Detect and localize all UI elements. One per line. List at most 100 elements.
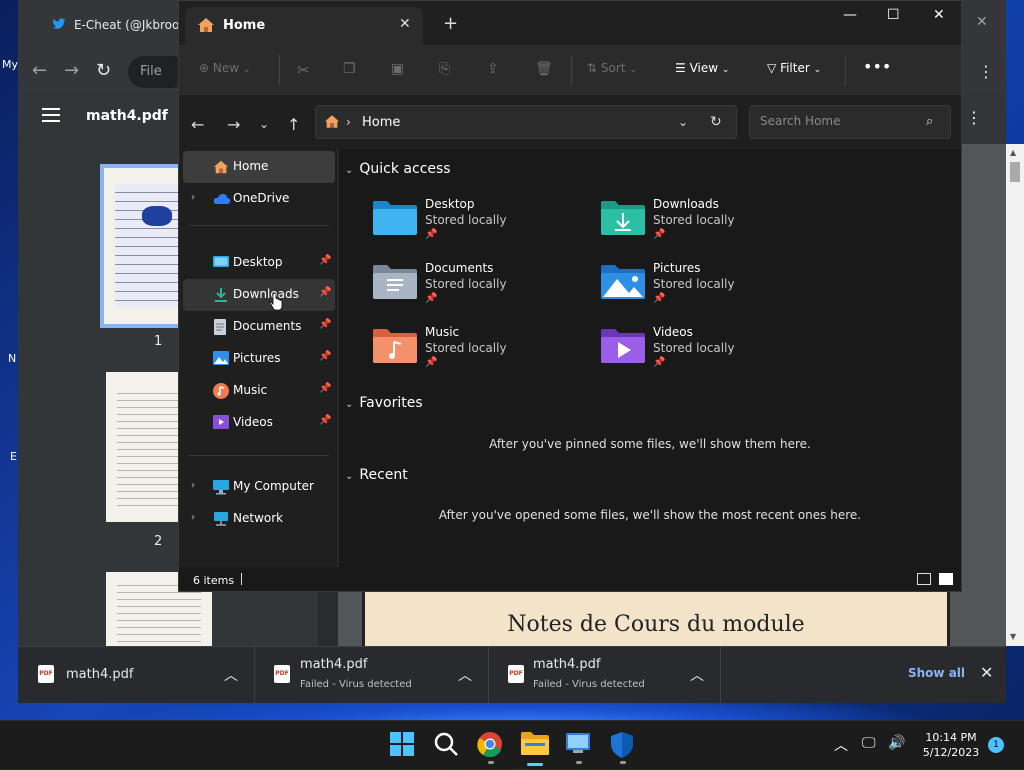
download-filename: math4.pdf [533, 657, 601, 672]
chevron-up-icon[interactable]: ︿ [458, 665, 472, 685]
nav-item-home[interactable]: Home [183, 151, 335, 183]
file-explorer-icon[interactable] [521, 731, 549, 759]
download-item[interactable]: PDF math4.pdf ︿ [18, 647, 255, 703]
section-header-quick-access[interactable]: ⌄ Quick access [345, 161, 451, 177]
nav-label: My Computer [233, 479, 314, 493]
quick-access-item-videos[interactable]: Videos Stored locally 📌 [601, 325, 801, 383]
sort-button[interactable]: ⇅ Sort ⌄ [587, 61, 637, 75]
start-windows-icon[interactable] [389, 731, 417, 759]
nav-item-pictures[interactable]: Pictures 📌 [183, 343, 335, 375]
cut-icon[interactable]: ✂ [297, 61, 310, 79]
chrome-icon[interactable] [477, 731, 505, 759]
chrome-forward-icon[interactable]: → [64, 60, 79, 81]
quick-access-item-documents[interactable]: Documents Stored locally 📌 [373, 261, 573, 319]
explorer-tab-home[interactable]: Home ✕ [185, 7, 423, 45]
download-item[interactable]: PDF math4.pdf Failed - Virus detected ︿ [488, 647, 721, 703]
item-name: Videos [653, 325, 693, 339]
volume-icon[interactable]: 🔊 [888, 735, 905, 751]
refresh-icon[interactable]: ↻ [710, 114, 722, 130]
scrollbar-thumb[interactable] [1010, 162, 1020, 182]
nav-item-music[interactable]: Music 📌 [183, 375, 335, 407]
item-name: Pictures [653, 261, 701, 275]
network-status-icon[interactable]: 🖵 [862, 735, 876, 751]
view-icon: ☰ [675, 61, 686, 75]
forward-icon[interactable]: → [227, 115, 240, 134]
nav-item-desktop[interactable]: Desktop 📌 [183, 247, 335, 279]
collapse-chevron-icon: ⌄ [345, 399, 354, 410]
rename-icon[interactable]: ⎘ [439, 61, 450, 77]
notification-badge[interactable]: 1 [988, 737, 1004, 753]
quick-access-item-music[interactable]: Music Stored locally 📌 [373, 325, 573, 383]
tiles-view-icon[interactable] [939, 573, 953, 585]
recent-locations-icon[interactable]: ⌄ [259, 117, 269, 131]
address-text: Home [362, 115, 401, 130]
chrome-back-icon[interactable]: ← [32, 60, 47, 81]
scroll-up-icon[interactable]: ▲ [1010, 148, 1016, 157]
download-item[interactable]: PDF math4.pdf Failed - Virus detected ︿ [254, 647, 489, 703]
nav-item-documents[interactable]: Documents 📌 [183, 311, 335, 343]
quick-access-item-downloads[interactable]: Downloads Stored locally 📌 [601, 197, 801, 255]
scroll-down-icon[interactable]: ▼ [1010, 632, 1016, 641]
chevron-down-icon: ⌄ [813, 65, 822, 75]
show-hidden-icons-chevron-icon[interactable]: ︿ [834, 735, 848, 755]
search-input[interactable] [758, 113, 922, 129]
explorer-command-bar: ⊕ New ⌄ ✂ ❐ ▣ ⎘ ⇪ 🗑 ⇅ Sort ⌄ ☰ View ⌄ ▽ … [179, 45, 961, 96]
copy-icon[interactable]: ❐ [343, 61, 356, 77]
expand-chevron-icon[interactable]: › [191, 192, 195, 203]
up-icon[interactable]: ↑ [287, 115, 300, 134]
pin-icon: 📌 [319, 287, 332, 298]
thumbnail-page-number: 1 [154, 334, 163, 349]
quick-access-item-pictures[interactable]: Pictures Stored locally 📌 [601, 261, 801, 319]
back-icon[interactable]: ← [191, 115, 204, 134]
chrome-reload-icon[interactable]: ↻ [96, 60, 111, 81]
chrome-menu-icon[interactable]: ⋮ [978, 62, 994, 81]
view-button[interactable]: ☰ View ⌄ [675, 61, 729, 75]
chevron-up-icon[interactable]: ︿ [690, 665, 704, 685]
delete-icon[interactable]: 🗑 [535, 61, 553, 77]
search-box[interactable]: ⌕ [749, 105, 951, 139]
chevron-down-icon[interactable]: ⌄ [678, 115, 688, 129]
share-icon[interactable]: ⇪ [487, 61, 499, 77]
pdf-file-icon: PDF [38, 665, 54, 683]
desktop-icon [213, 255, 229, 271]
nav-label: Desktop [233, 255, 283, 269]
quick-access-item-desktop[interactable]: Desktop Stored locally 📌 [373, 197, 573, 255]
nav-item-downloads[interactable]: Downloads 📌 [183, 279, 335, 311]
collapse-chevron-icon: ⌄ [345, 165, 354, 176]
close-tab-icon[interactable]: ✕ [399, 16, 411, 32]
expand-chevron-icon[interactable]: › [191, 480, 195, 491]
control-panel-icon[interactable] [565, 731, 593, 759]
filter-button[interactable]: ▽ Filter ⌄ [767, 61, 821, 75]
pin-icon: 📌 [319, 255, 332, 266]
onedrive-cloud-icon [213, 191, 231, 207]
details-view-icon[interactable] [917, 573, 931, 585]
minimize-icon[interactable]: — [843, 7, 857, 23]
chevron-up-icon[interactable]: ︿ [224, 665, 238, 685]
paste-icon[interactable]: ▣ [391, 61, 404, 77]
address-bar[interactable]: › Home ⌄ ↻ [315, 105, 737, 139]
search-icon[interactable] [433, 731, 461, 759]
pdf-menu-icon[interactable] [42, 108, 60, 126]
nav-item-onedrive[interactable]: › OneDrive [183, 183, 335, 215]
nav-item-network[interactable]: › Network [183, 503, 335, 535]
chrome-tab[interactable]: E-Cheat (@Jkbrook16 [30, 8, 200, 44]
expand-chevron-icon[interactable]: › [191, 512, 195, 523]
chrome-tab-close-icon[interactable]: ✕ [976, 14, 988, 30]
windows-security-icon[interactable] [609, 731, 637, 759]
pdf-scrollbar[interactable]: ▲ ▼ [1006, 144, 1024, 646]
pin-icon: 📌 [425, 293, 438, 304]
close-downloads-icon[interactable]: ✕ [980, 663, 993, 682]
new-tab-icon[interactable]: + [443, 13, 458, 34]
section-header-favorites[interactable]: ⌄ Favorites [345, 395, 423, 411]
pdf-more-icon[interactable]: ⋮ [966, 108, 982, 127]
nav-item-my-computer[interactable]: › My Computer [183, 471, 335, 503]
nav-item-videos[interactable]: Videos 📌 [183, 407, 335, 439]
maximize-icon[interactable]: ☐ [887, 7, 900, 23]
section-header-recent[interactable]: ⌄ Recent [345, 467, 408, 483]
show-all-downloads-link[interactable]: Show all [908, 666, 965, 680]
pdf-page: Notes de Cours du module [362, 590, 950, 646]
new-button[interactable]: ⊕ New ⌄ [199, 61, 250, 75]
close-window-icon[interactable]: ✕ [933, 7, 945, 23]
more-options-icon[interactable]: ••• [863, 57, 891, 76]
taskbar-clock[interactable]: 10:14 PM 5/12/2023 [916, 730, 986, 760]
